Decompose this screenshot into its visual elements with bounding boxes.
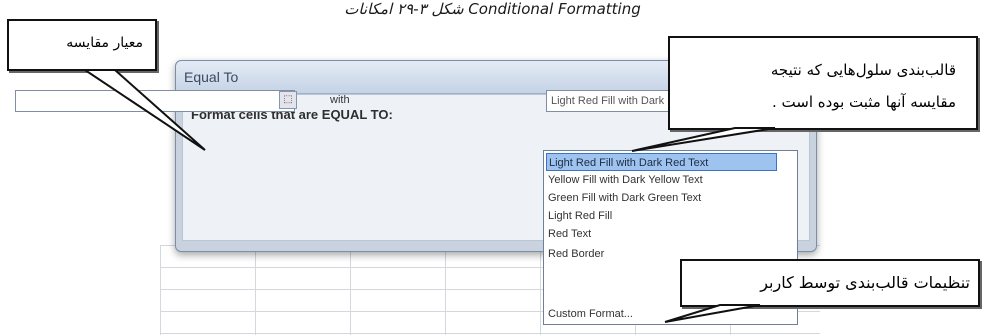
callout-line: قالب‌بندی سلول‌هایی که نتیجه <box>770 61 956 79</box>
figure-caption: شکل ۳-۲۹ امکانات Conditional Formatting <box>344 0 641 18</box>
callout-line: مقایسه آنها مثبت بوده است . <box>772 93 956 111</box>
format-option[interactable]: Light Red Fill with Dark Red Text <box>546 153 777 171</box>
format-option[interactable]: Light Red Fill <box>546 207 612 225</box>
format-option[interactable]: Red Border <box>546 245 604 263</box>
format-option[interactable]: Yellow Fill with Dark Yellow Text <box>546 171 703 189</box>
with-label: with <box>330 94 350 106</box>
callout-text: معیار مقایسه <box>66 35 143 51</box>
format-option[interactable]: Custom Format... <box>546 305 633 323</box>
callout-user-format-settings: تنظیمات قالب‌بندی توسط کاربر <box>680 259 980 307</box>
format-option[interactable]: Green Fill with Dark Green Text <box>546 189 701 207</box>
dialog-title: Equal To <box>184 69 239 85</box>
callout-text: قالب‌بندی سلول‌هایی که نتیجه مقایسه آنها… <box>771 54 956 118</box>
comparison-value-input[interactable] <box>15 90 295 112</box>
callout-comparison-criterion: معیار مقایسه <box>7 19 157 71</box>
callout-text: تنظیمات قالب‌بندی توسط کاربر <box>760 273 970 292</box>
callout-result-format: قالب‌بندی سلول‌هایی که نتیجه مقایسه آنها… <box>668 36 978 130</box>
range-picker-icon[interactable]: ⬚ <box>279 91 297 109</box>
format-option[interactable]: Red Text <box>546 225 591 243</box>
